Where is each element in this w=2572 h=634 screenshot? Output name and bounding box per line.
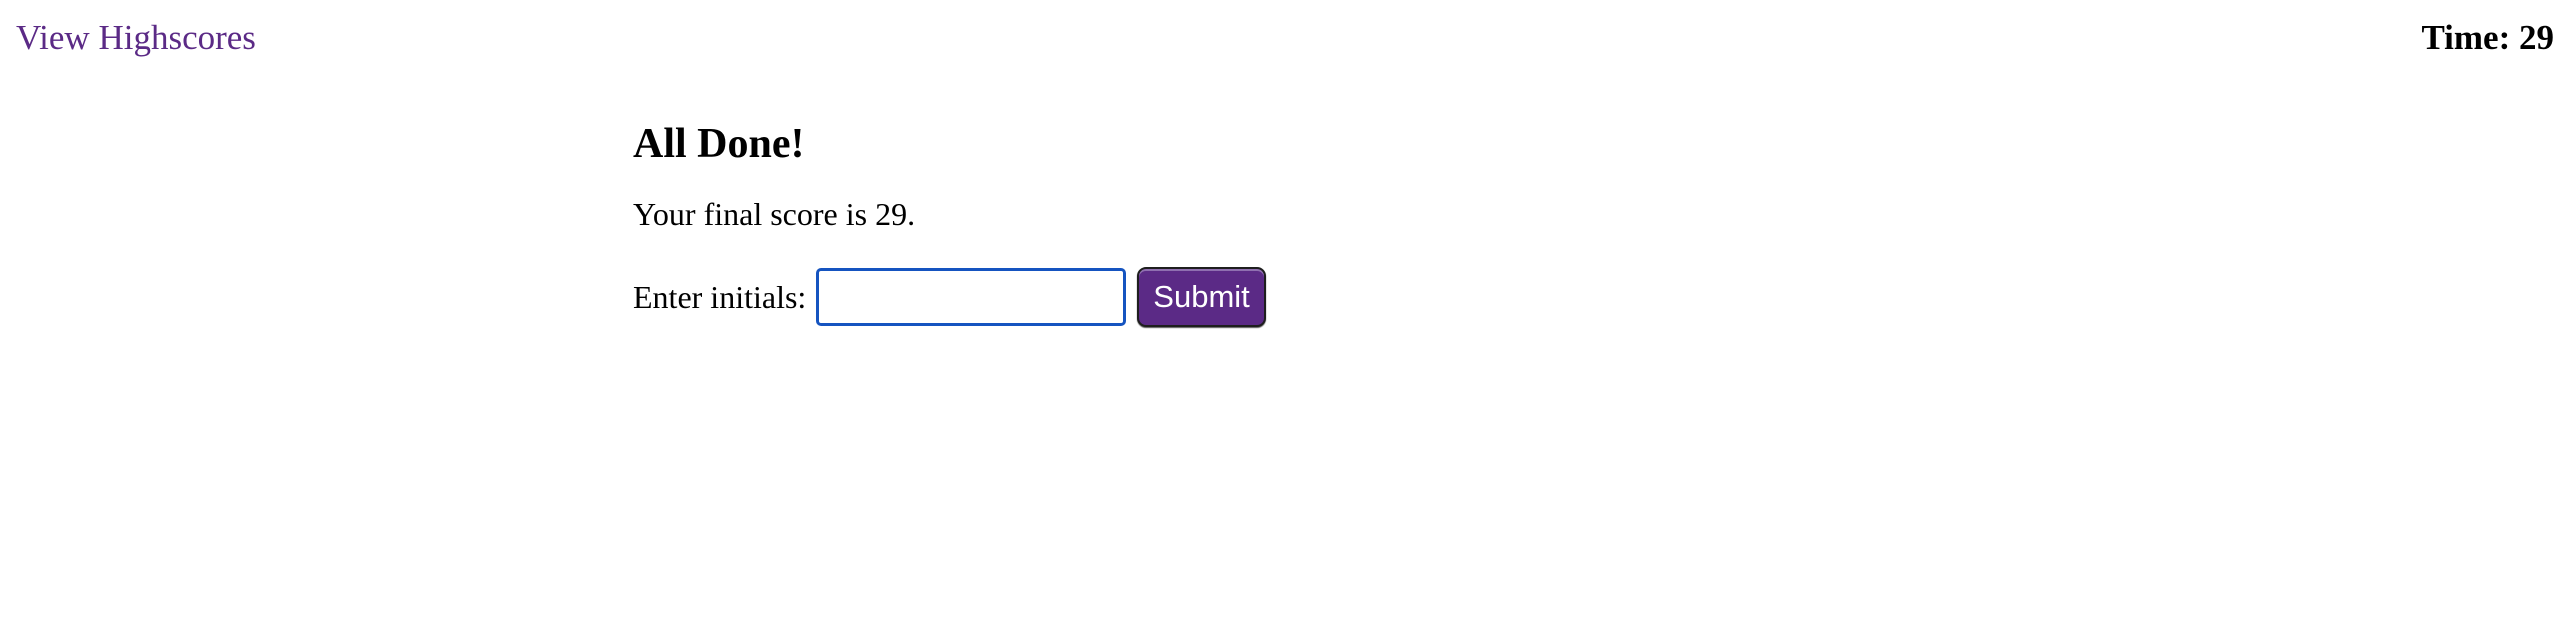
page-title: All Done!: [633, 121, 805, 167]
page-header: View Highscores Time: 29: [0, 0, 2572, 80]
initials-input[interactable]: [816, 268, 1127, 326]
score-suffix: .: [907, 196, 916, 232]
score-value: 29: [875, 196, 908, 232]
timer-label: Time:: [2421, 18, 2519, 57]
initials-label: Enter initials:: [633, 279, 807, 315]
initials-form: Enter initials: Submit: [633, 266, 1266, 328]
final-score-text: Your final score is 29.: [633, 194, 1266, 234]
timer: Time: 29: [2421, 18, 2554, 58]
view-highscores-link[interactable]: View Highscores: [16, 18, 256, 58]
submit-button[interactable]: Submit: [1137, 267, 1266, 327]
score-prefix: Your final score is: [633, 196, 876, 232]
final-score-section: All Done! Your final score is 29. Enter …: [633, 116, 1266, 328]
timer-value: 29: [2519, 18, 2554, 57]
